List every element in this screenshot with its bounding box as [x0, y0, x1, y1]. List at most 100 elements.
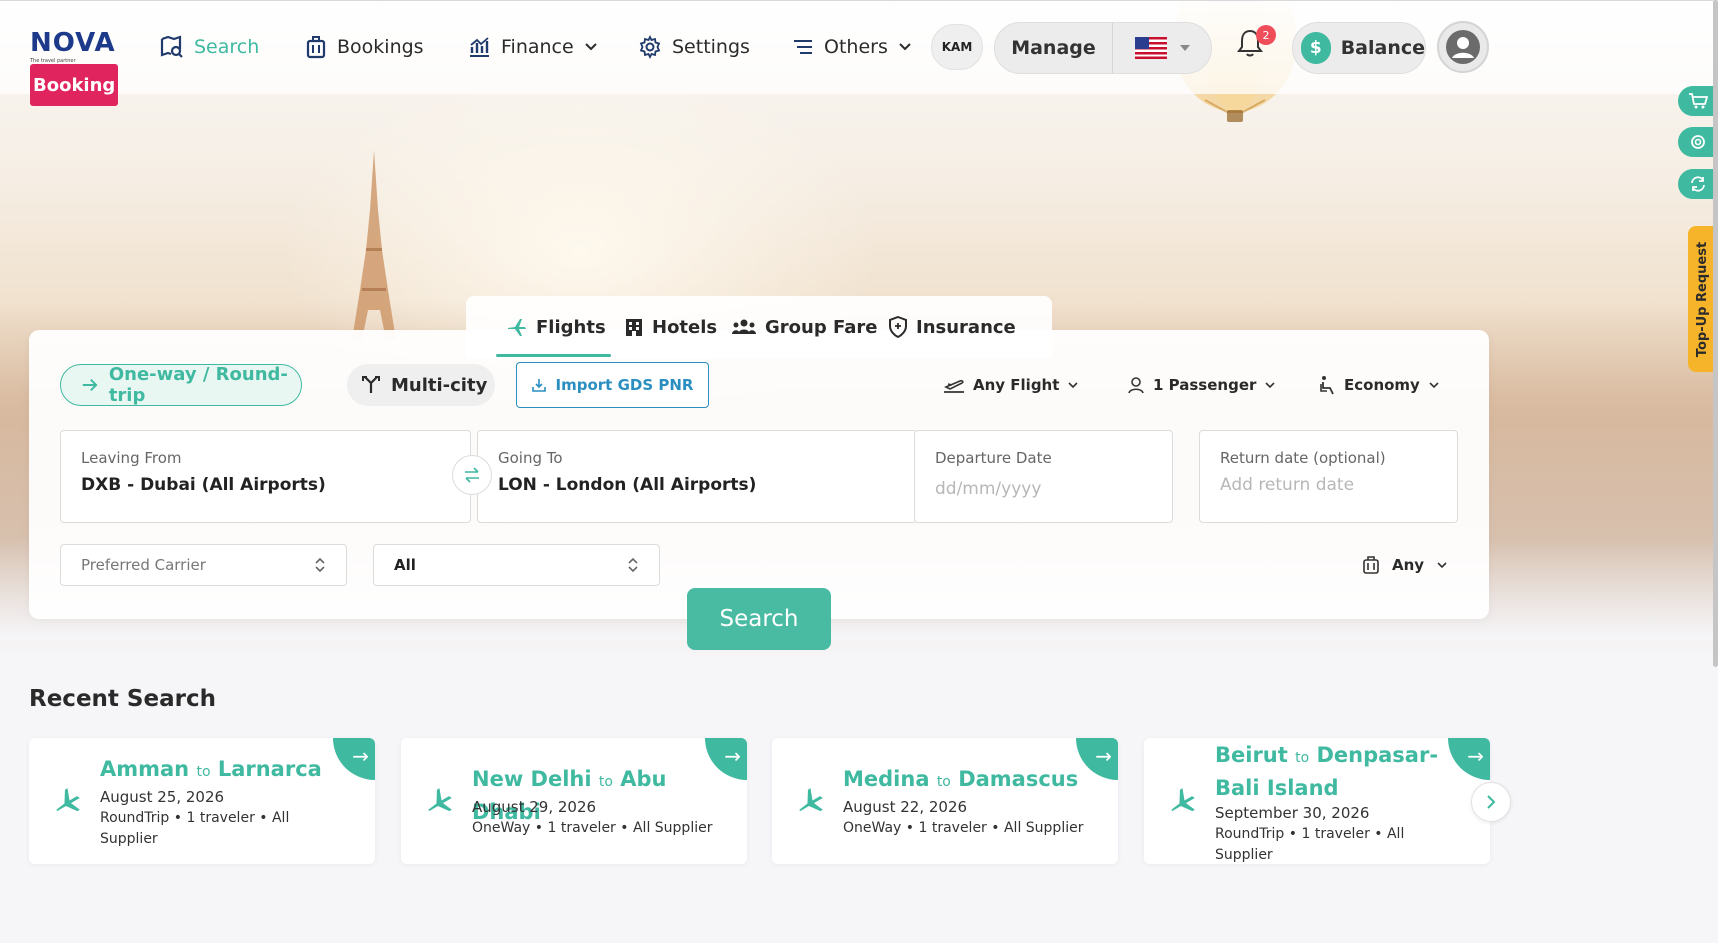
user-avatar[interactable] — [1437, 21, 1489, 73]
trip-type-multicity[interactable]: Multi-city — [347, 364, 495, 406]
search-submit-button[interactable]: Search — [687, 588, 831, 650]
nav-others[interactable]: Others — [792, 32, 912, 62]
manage-button[interactable]: Manage — [995, 23, 1113, 73]
balance-button[interactable]: $ Balance — [1292, 22, 1426, 74]
swap-airports-button[interactable] — [452, 455, 492, 495]
chevron-down-icon — [1437, 562, 1447, 569]
recent-search-card[interactable]: → Amman to Larnarca August 25, 2026 Roun… — [29, 738, 375, 864]
baggage-dropdown[interactable]: Any — [1362, 552, 1448, 578]
preferred-carrier-select[interactable]: Preferred Carrier — [60, 544, 347, 586]
logo-wordmark: NOVA — [30, 28, 116, 58]
import-icon — [531, 379, 546, 392]
cabin-class-dropdown[interactable]: Economy — [1318, 372, 1440, 398]
user-icon — [1446, 30, 1480, 64]
leaving-from-field[interactable]: Leaving From DXB - Dubai (All Airports) — [60, 430, 471, 523]
chevron-down-icon — [1429, 382, 1439, 389]
us-flag-icon — [1135, 37, 1167, 59]
import-gds-label: Import GDS PNR — [555, 376, 694, 394]
chevron-down-icon — [1068, 382, 1078, 389]
flight-type-value: Any Flight — [973, 376, 1060, 394]
map-search-icon — [160, 35, 183, 58]
recent-date: August 22, 2026 — [843, 798, 968, 816]
flight-type-dropdown[interactable]: Any Flight — [943, 372, 1079, 398]
tab-group-fare[interactable]: Group Fare — [731, 312, 877, 342]
language-selector[interactable] — [1115, 23, 1211, 73]
seat-icon — [1320, 376, 1334, 395]
nav-others-label: Others — [824, 36, 888, 58]
plane-icon — [1171, 788, 1195, 812]
cart-side-button[interactable] — [1678, 86, 1718, 116]
tab-hotels[interactable]: Hotels — [624, 312, 717, 342]
manage-group: Manage — [994, 22, 1212, 74]
plane-icon — [56, 788, 80, 812]
refresh-icon — [1691, 176, 1705, 192]
return-date-label: Return date (optional) — [1220, 449, 1386, 467]
settings-side-button[interactable] — [1678, 127, 1718, 157]
building-icon — [626, 319, 642, 336]
going-to-label: Going To — [498, 449, 563, 467]
recent-search-card[interactable]: → Beirut to Denpasar-Bali Island Septemb… — [1144, 738, 1490, 864]
plane-icon — [508, 319, 526, 336]
nav-settings[interactable]: Settings — [638, 32, 750, 62]
recent-meta: RoundTrip • 1 traveler • All Supplier — [100, 810, 290, 847]
group-icon — [732, 319, 756, 334]
recent-route: Medina to Damascus — [843, 767, 1079, 791]
nav-finance-label: Finance — [501, 36, 574, 58]
plane-icon — [799, 788, 823, 812]
leaving-from-value: DXB - Dubai (All Airports) — [81, 475, 326, 495]
flight-search-card: One-way / Round-trip Multi-city Import G… — [29, 330, 1489, 619]
plane-icon — [428, 788, 452, 812]
nav-bookings-label: Bookings — [337, 36, 424, 58]
nav-search-label: Search — [194, 36, 260, 58]
tab-flights[interactable]: Flights — [506, 312, 606, 342]
scrollbar-thumb[interactable] — [1713, 0, 1718, 667]
tab-insurance[interactable]: Insurance — [888, 312, 1016, 342]
chevron-down-icon — [1265, 382, 1275, 389]
return-date-field[interactable]: Return date (optional) Add return date — [1199, 430, 1458, 523]
recent-search-card[interactable]: → Medina to Damascus August 22, 2026 One… — [772, 738, 1118, 864]
passenger-dropdown[interactable]: 1 Passenger — [1127, 372, 1276, 398]
trip-type-oneway-label: One-way / Round-trip — [108, 364, 288, 406]
nav-settings-label: Settings — [672, 36, 750, 58]
baggage-value: Any — [1392, 556, 1425, 574]
eiffel-tower-illustration — [352, 150, 396, 340]
active-tab-indicator — [496, 354, 611, 357]
refresh-side-button[interactable] — [1678, 169, 1718, 199]
recent-search-title: Recent Search — [29, 686, 216, 712]
luggage-icon — [1363, 556, 1379, 574]
nav-bookings[interactable]: Bookings — [305, 32, 424, 62]
notification-count-badge: 2 — [1256, 25, 1276, 45]
carousel-next-button[interactable] — [1471, 782, 1511, 822]
import-gds-pnr-button[interactable]: Import GDS PNR — [516, 362, 709, 408]
gear-icon — [639, 35, 661, 59]
passenger-value: 1 Passenger — [1153, 376, 1257, 394]
dollar-icon: $ — [1301, 32, 1331, 64]
menu-lines-icon — [794, 40, 812, 54]
person-icon — [1128, 377, 1144, 394]
plane-takeoff-icon — [944, 379, 964, 393]
recent-route: Amman to Larnarca — [100, 757, 322, 781]
recent-date: September 30, 2026 — [1215, 804, 1370, 822]
departure-date-field[interactable]: Departure Date dd/mm/yyyy — [914, 430, 1173, 523]
luggage-icon — [306, 36, 326, 59]
going-to-field[interactable]: Going To LON - London (All Airports) — [477, 430, 917, 523]
recent-date: August 25, 2026 — [100, 788, 225, 806]
kam-button[interactable]: KAM — [931, 24, 983, 70]
trip-type-multicity-label: Multi-city — [391, 374, 488, 396]
trip-type-oneway-roundtrip[interactable]: One-way / Round-trip — [60, 364, 302, 406]
chart-icon — [470, 37, 489, 57]
recent-search-card[interactable]: → New Delhi to Abu Dhabi August 29, 2026… — [401, 738, 747, 864]
nova-logo[interactable]: NOVA The travel partner Booking — [30, 28, 134, 106]
recent-meta: OneWay • 1 traveler • All Supplier — [472, 820, 713, 836]
split-arrow-icon — [362, 376, 380, 393]
leaving-from-label: Leaving From — [81, 449, 182, 467]
return-date-placeholder: Add return date — [1220, 475, 1355, 495]
recent-meta: RoundTrip • 1 traveler • All Supplier — [1215, 826, 1405, 863]
cart-icon — [1689, 93, 1708, 109]
supplier-select[interactable]: All — [373, 544, 660, 586]
updown-chevron-icon — [315, 557, 325, 573]
recent-meta: OneWay • 1 traveler • All Supplier — [843, 820, 1084, 836]
nav-search[interactable]: Search — [160, 32, 259, 62]
nav-finance[interactable]: Finance — [467, 32, 598, 62]
notifications-button[interactable]: 2 — [1236, 25, 1276, 64]
